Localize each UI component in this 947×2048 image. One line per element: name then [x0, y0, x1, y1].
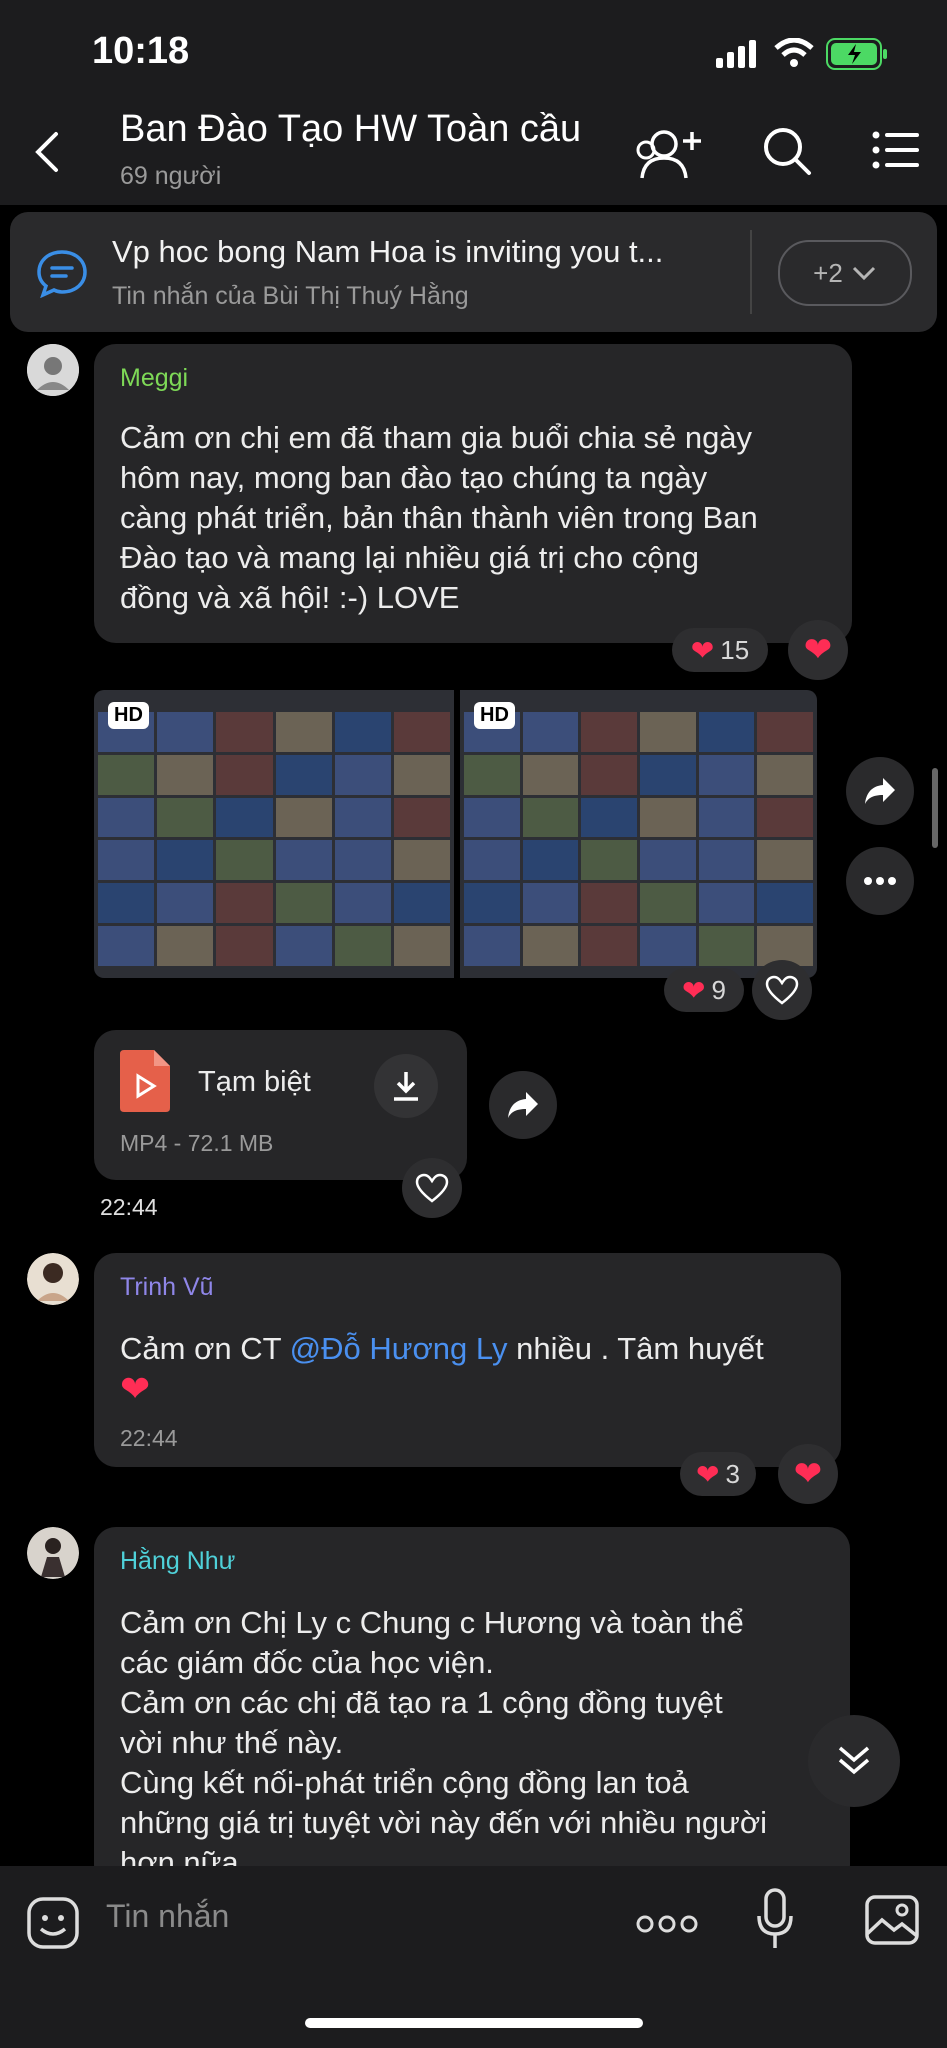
message-bubble-meggi[interactable]: Meggi Cảm ơn chị em đã tham gia buổi chi… [94, 344, 852, 643]
more-icon[interactable] [636, 1914, 698, 1934]
reaction-summary[interactable]: ❤ 3 [680, 1452, 756, 1496]
pinned-text: Vp hoc bong Nam Hoa is inviting you t... [112, 234, 664, 269]
heart-filled-icon: ❤ [793, 1455, 823, 1493]
search-icon[interactable] [762, 126, 812, 176]
avatar-trinh-vu[interactable] [27, 1253, 79, 1305]
heart-icon: ❤ [682, 974, 706, 1006]
message-input[interactable]: Tin nhắn [106, 1898, 229, 1935]
download-button[interactable] [374, 1054, 438, 1118]
user-mention[interactable]: @Đỗ Hương Ly [290, 1331, 508, 1366]
message-text: Cảm ơn CT @Đỗ Hương Ly nhiều . Tâm huyết… [120, 1331, 764, 1409]
pinned-message[interactable]: Vp hoc bong Nam Hoa is inviting you t...… [10, 212, 937, 332]
photo-2[interactable]: HD [460, 690, 817, 978]
sender-name: Hằng Như [120, 1547, 236, 1575]
message-bubble-hang-nhu[interactable]: Hằng Như Cảm ơn Chị Ly c Chung c Hương v… [94, 1527, 850, 1887]
heart-emoji: ❤ [120, 1368, 151, 1409]
group-title[interactable]: Ban Đào Tạo HW Toàn cầu [120, 108, 581, 151]
reaction-count: 3 [725, 1458, 740, 1489]
chat-header: 10:18 Ban Đào Tạo HW Toàn cầu 69 người [0, 0, 947, 205]
image-icon[interactable] [864, 1894, 920, 1946]
more-horizontal-icon [864, 877, 896, 885]
message-time: 22:44 [120, 1425, 178, 1451]
message-time: 22:44 [100, 1194, 158, 1220]
add-member-icon[interactable] [636, 124, 706, 182]
sender-name: Meggi [120, 364, 189, 392]
pinned-more-count: +2 [813, 257, 843, 288]
microphone-icon[interactable] [756, 1888, 794, 1952]
reaction-count: 15 [720, 634, 750, 665]
battery-icon [826, 38, 887, 70]
message-bubble-trinh-vu[interactable]: Trinh Vũ Cảm ơn CT @Đỗ Hương Ly nhiều . … [94, 1253, 841, 1467]
menu-icon[interactable] [872, 130, 922, 170]
message-text: Cảm ơn Chị Ly c Chung c Hương và toàn th… [120, 1605, 768, 1880]
message-text: Cảm ơn chị em đã tham gia buổi chia sẻ n… [120, 420, 758, 615]
reaction-summary[interactable]: ❤ 9 [664, 968, 744, 1012]
pinned-more-button[interactable]: +2 [778, 240, 912, 306]
chevron-down-icon [852, 266, 875, 281]
pinned-divider [750, 230, 752, 314]
avatar-hang-nhu[interactable] [27, 1527, 79, 1579]
file-meta: MP4 - 72.1 MB [120, 1130, 274, 1156]
download-icon [394, 1072, 418, 1101]
react-heart-button[interactable] [752, 960, 812, 1020]
scrollbar[interactable] [932, 768, 938, 848]
signal-icon [716, 40, 756, 68]
chat-bubble-icon [37, 250, 87, 298]
share-button[interactable] [489, 1071, 557, 1139]
pinned-sender: Tin nhắn của Bùi Thị Thuý Hằng [112, 282, 469, 310]
share-button[interactable] [846, 757, 914, 825]
member-count[interactable]: 69 người [120, 162, 221, 191]
react-heart-button[interactable]: ❤ [788, 620, 848, 680]
heart-icon: ❤ [696, 1458, 720, 1490]
message-input-bar: Tin nhắn [0, 1866, 947, 2048]
reaction-summary[interactable]: ❤ 15 [672, 628, 768, 672]
share-arrow-icon [865, 778, 895, 804]
wifi-icon [774, 38, 814, 67]
status-time: 10:18 [92, 30, 190, 72]
reaction-count: 9 [711, 974, 726, 1005]
avatar-meggi[interactable] [27, 344, 79, 396]
home-indicator [305, 2018, 643, 2028]
double-chevron-down-icon [838, 1746, 870, 1775]
more-options-button[interactable] [846, 847, 914, 915]
sticker-icon[interactable] [26, 1896, 80, 1950]
heart-outline-icon [415, 1173, 449, 1203]
file-attachment[interactable]: Tạm biệt MP4 - 72.1 MB [94, 1030, 467, 1180]
file-name: Tạm biệt [198, 1066, 311, 1098]
heart-icon: ❤ [690, 634, 715, 666]
hd-badge: HD [108, 702, 149, 729]
heart-filled-icon: ❤ [803, 631, 833, 669]
photo-1[interactable]: HD [94, 690, 454, 978]
back-icon[interactable] [32, 130, 62, 174]
scroll-to-bottom-button[interactable] [808, 1715, 900, 1807]
hd-badge: HD [474, 702, 515, 729]
heart-outline-icon [765, 975, 799, 1005]
react-heart-button[interactable] [402, 1158, 462, 1218]
react-heart-button[interactable]: ❤ [778, 1444, 838, 1504]
sender-name: Trinh Vũ [120, 1273, 214, 1301]
share-arrow-icon [508, 1092, 538, 1118]
video-file-icon [120, 1050, 170, 1112]
